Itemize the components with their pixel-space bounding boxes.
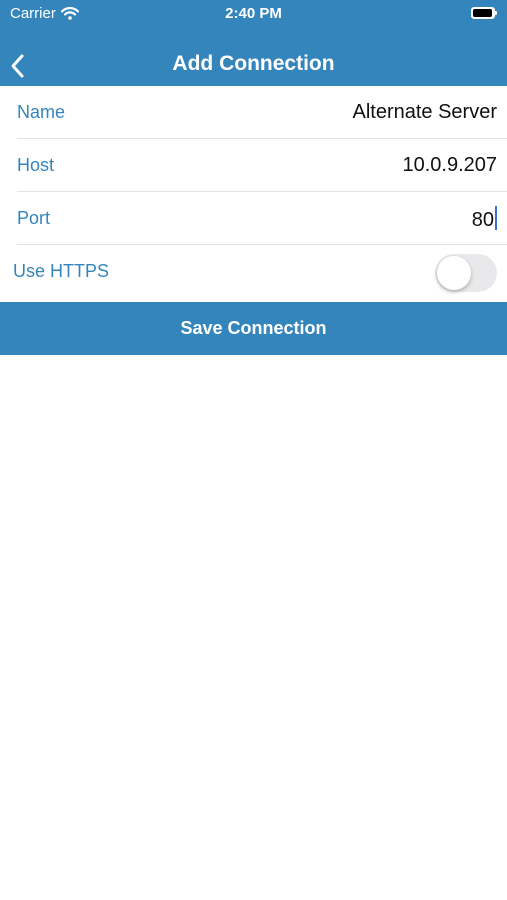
connection-form: Name Alternate Server Host 10.0.9.207 Po… — [0, 86, 507, 298]
use-https-row: Use HTTPS — [0, 245, 507, 298]
status-bar: Carrier 2:40 PM — [0, 0, 507, 28]
port-field[interactable]: 80 — [50, 205, 507, 232]
port-row: Port 80 — [0, 192, 507, 245]
name-label: Name — [17, 102, 66, 122]
battery-icon — [471, 7, 497, 19]
name-field[interactable]: Alternate Server — [65, 101, 507, 124]
status-time: 2:40 PM — [225, 5, 282, 22]
use-https-toggle[interactable] — [435, 254, 497, 292]
port-label: Port — [17, 208, 51, 228]
nav-bar: Add Connection — [0, 38, 507, 86]
text-cursor — [495, 205, 497, 230]
add-connection-screen: Carrier 2:40 PM Add Connection Name Alte… — [0, 0, 507, 900]
toggle-knob — [437, 256, 471, 290]
name-row: Name Alternate Server — [0, 86, 507, 139]
host-row: Host 10.0.9.207 — [0, 139, 507, 192]
host-label: Host — [17, 155, 55, 175]
header: Carrier 2:40 PM Add Connection — [0, 0, 507, 86]
use-https-label: Use HTTPS — [13, 261, 110, 281]
host-field[interactable]: 10.0.9.207 — [54, 154, 507, 177]
save-connection-button[interactable]: Save Connection — [0, 302, 507, 355]
page-title: Add Connection — [172, 52, 335, 75]
port-value: 80 — [471, 208, 494, 231]
